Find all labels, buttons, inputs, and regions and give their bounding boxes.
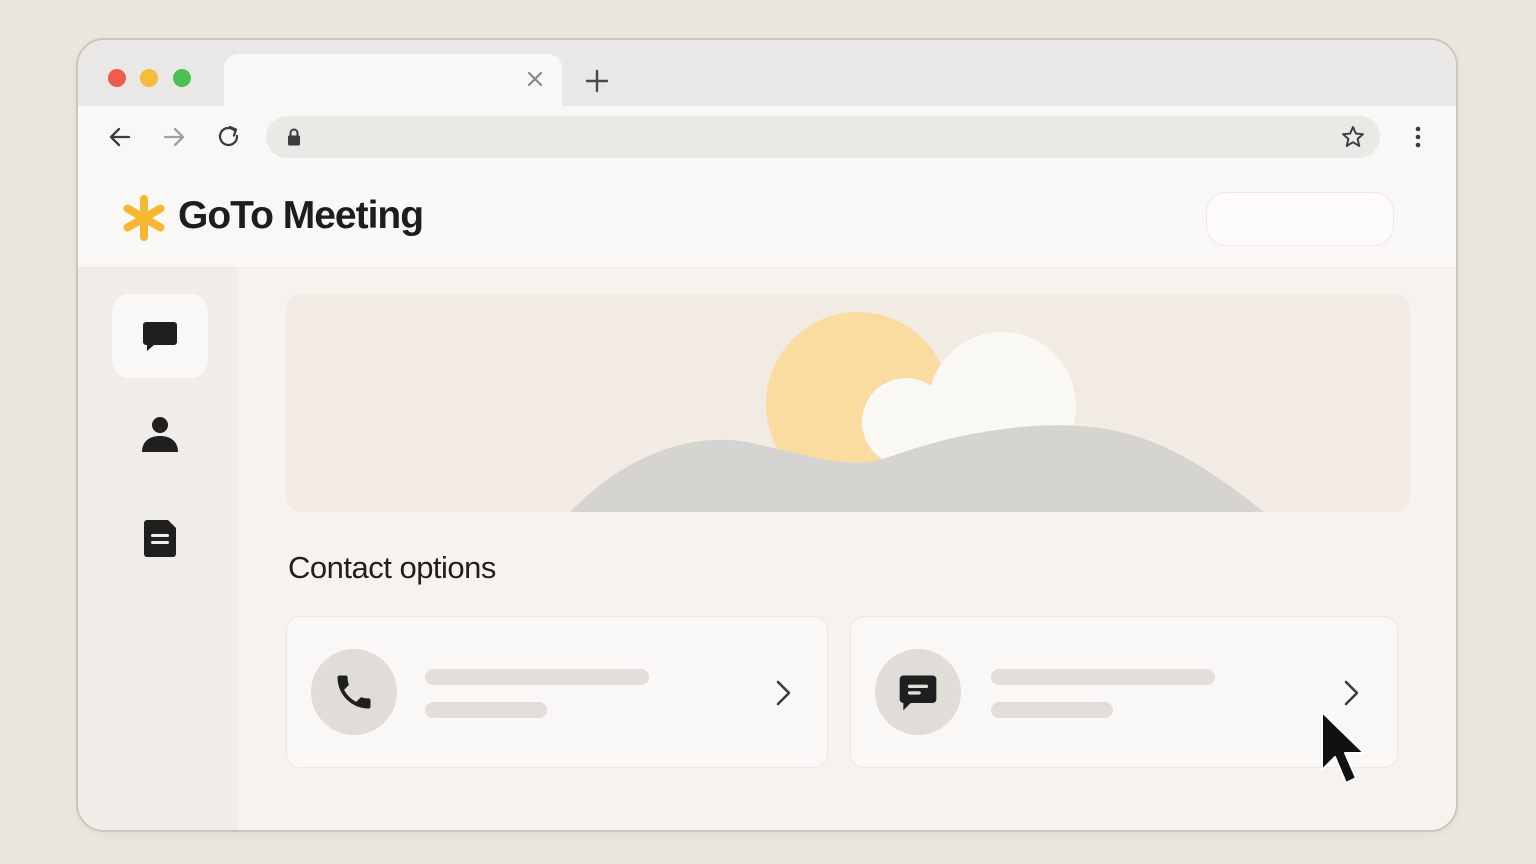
arrow-right-icon[interactable]	[160, 123, 188, 151]
window-minimize-button[interactable]	[140, 69, 158, 87]
phone-icon	[337, 675, 371, 709]
goto-logo-icon	[123, 195, 165, 241]
browser-window: GoTo Meeting Contact options	[76, 38, 1458, 832]
header-action-button[interactable]	[1206, 192, 1394, 246]
address-bar[interactable]	[266, 116, 1380, 158]
chat-bubble-icon	[143, 322, 177, 351]
browser-tab[interactable]	[224, 54, 562, 106]
section-title: Contact options	[288, 550, 496, 585]
tab-strip	[78, 40, 1456, 106]
sidebar	[78, 268, 238, 830]
message-icon	[899, 675, 937, 711]
sidebar-item-chat[interactable]	[112, 294, 208, 378]
card-title-placeholder	[991, 669, 1215, 685]
card-icon-circle	[311, 649, 397, 735]
sidebar-item-contacts[interactable]	[112, 392, 208, 476]
brand-name: GoTo Meeting	[178, 194, 424, 237]
star-icon[interactable]	[1340, 124, 1366, 150]
sidebar-item-documents[interactable]	[112, 496, 208, 580]
window-close-button[interactable]	[108, 69, 126, 87]
arrow-left-icon[interactable]	[106, 123, 134, 151]
card-subtitle-placeholder	[425, 702, 547, 718]
card-subtitle-placeholder	[991, 702, 1113, 718]
chevron-right-icon	[776, 680, 791, 706]
plus-icon[interactable]	[582, 66, 612, 96]
kebab-menu-icon[interactable]	[1408, 123, 1428, 151]
person-icon	[142, 417, 178, 452]
lock-icon	[288, 128, 300, 146]
main-content: Contact options	[238, 268, 1456, 830]
card-title-placeholder	[425, 669, 649, 685]
window-maximize-button[interactable]	[173, 69, 191, 87]
card-icon-circle	[875, 649, 961, 735]
app-header: GoTo Meeting	[78, 168, 1456, 268]
document-icon	[144, 520, 176, 557]
mouse-pointer-icon	[1321, 711, 1365, 784]
contact-option-card-chat[interactable]	[850, 616, 1398, 768]
contact-option-card-phone[interactable]	[286, 616, 828, 768]
chevron-right-icon	[1344, 680, 1359, 706]
hero-illustration	[286, 294, 1410, 512]
browser-toolbar	[78, 106, 1456, 169]
reload-icon[interactable]	[215, 123, 243, 151]
close-icon[interactable]	[522, 66, 548, 92]
